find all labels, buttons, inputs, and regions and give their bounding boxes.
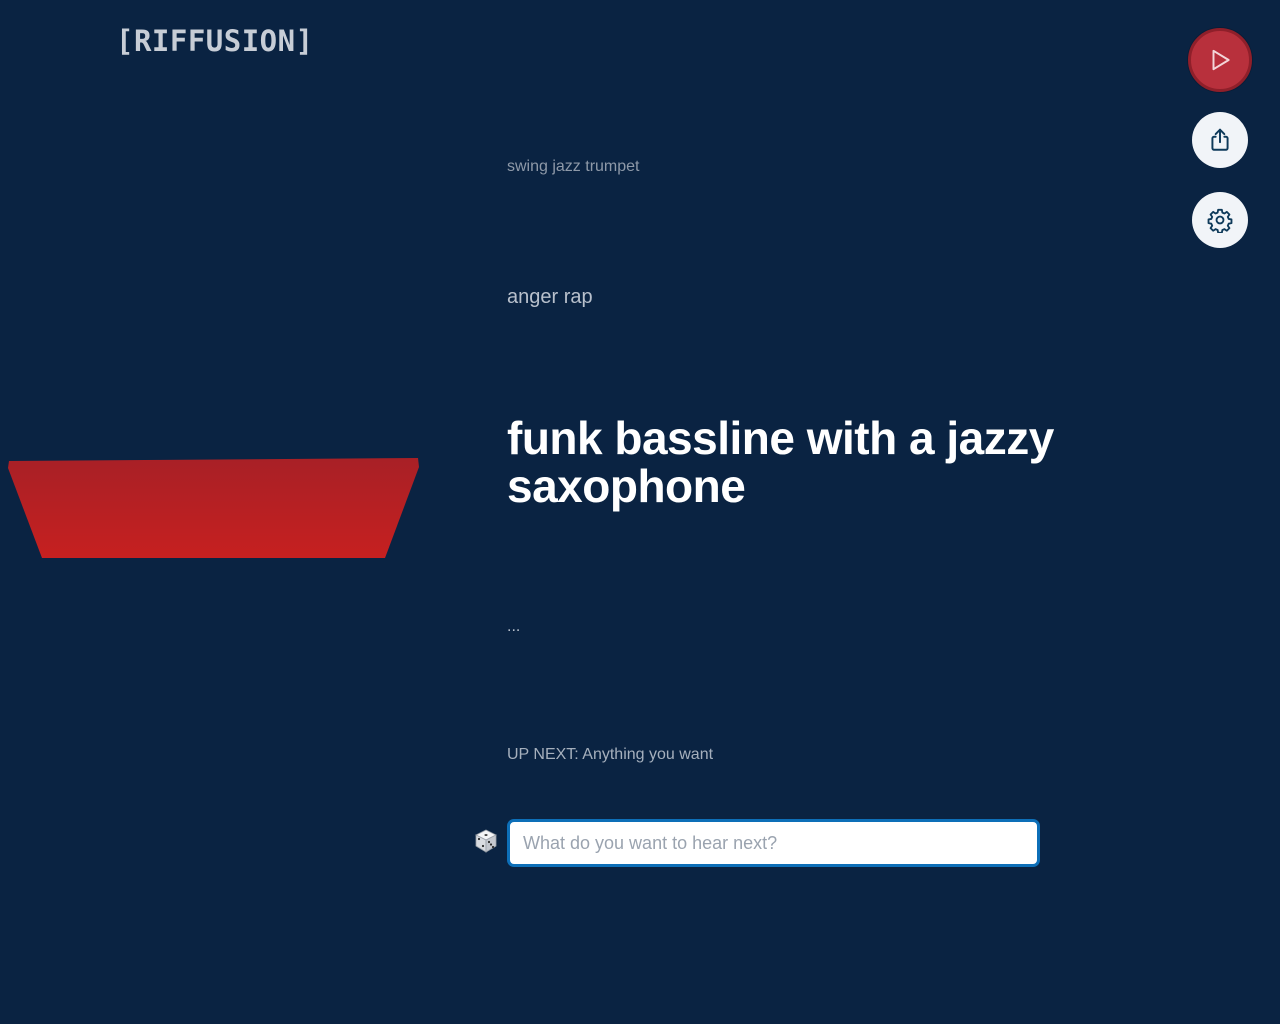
previous-prompt: swing jazz trumpet — [507, 158, 640, 175]
up-next-label: UP NEXT: Anything you want — [507, 746, 714, 763]
prompt-input[interactable] — [510, 822, 1037, 864]
previous-prompt: anger rap — [507, 286, 593, 308]
visualizer-shape — [8, 458, 419, 558]
prompt-input-wrapper — [507, 819, 1040, 867]
audio-visualizer — [8, 458, 419, 558]
app-root: [RIFFUSION] swing jazz trumpet anger rap… — [0, 0, 1280, 1024]
play-icon — [1212, 49, 1230, 71]
dice-icon[interactable] — [474, 829, 498, 853]
settings-button[interactable] — [1192, 192, 1248, 248]
riffusion-logo[interactable]: [RIFFUSION] — [116, 24, 314, 58]
gear-icon — [1207, 208, 1233, 233]
next-prompt-placeholder: ... — [507, 618, 521, 635]
share-icon — [1211, 128, 1229, 151]
current-prompt: funk bassline with a jazzy saxophone — [507, 412, 1054, 512]
play-button[interactable] — [1188, 28, 1252, 92]
share-button[interactable] — [1192, 112, 1248, 168]
